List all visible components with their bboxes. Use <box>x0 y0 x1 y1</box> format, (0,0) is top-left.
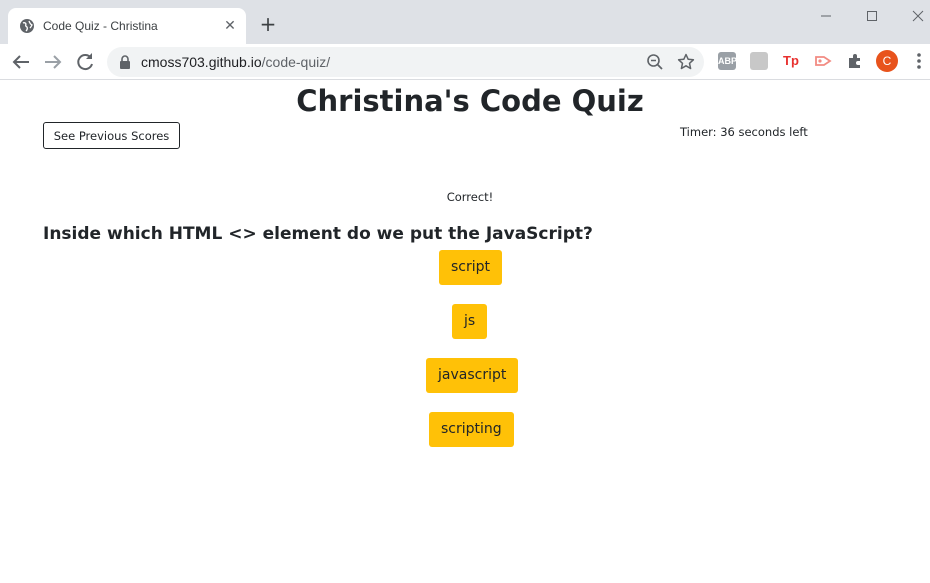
tab-strip: Code Quiz - Christina ✕ + <box>0 0 930 44</box>
profile-avatar[interactable]: C <box>876 50 898 72</box>
forward-arrow-icon[interactable] <box>41 50 65 74</box>
reload-icon[interactable] <box>73 50 97 74</box>
url-domain: cmoss703.github.io <box>141 54 262 70</box>
browser-tab[interactable]: Code Quiz - Christina ✕ <box>8 8 246 44</box>
url-text[interactable]: cmoss703.github.io/code-quiz/ <box>141 54 330 70</box>
answer-button-javascript[interactable]: javascript <box>426 358 519 393</box>
extensions-puzzle-icon[interactable] <box>846 52 864 70</box>
close-tab-icon[interactable]: ✕ <box>222 18 238 34</box>
back-arrow-icon[interactable] <box>9 50 33 74</box>
bookmark-star-icon[interactable] <box>677 53 695 71</box>
url-path: /code-quiz/ <box>261 54 331 70</box>
answer-button-js[interactable]: js <box>452 304 488 339</box>
address-bar[interactable]: cmoss703.github.io/code-quiz/ <box>107 47 704 77</box>
page-title: Christina's Code Quiz <box>296 84 644 118</box>
minimize-icon[interactable] <box>814 6 838 26</box>
see-previous-scores-button[interactable]: See Previous Scores <box>43 122 180 149</box>
extension-icon-2[interactable] <box>750 52 768 70</box>
more-menu-icon[interactable] <box>912 52 926 70</box>
question-text: Inside which HTML <> element do we put t… <box>43 224 593 244</box>
new-tab-button[interactable]: + <box>258 14 278 34</box>
answer-feedback: Correct! <box>446 190 494 204</box>
answer-button-scripting[interactable]: scripting <box>429 412 514 447</box>
tab-title: Code Quiz - Christina <box>43 19 158 33</box>
tp-extension-icon[interactable]: Tp <box>782 52 800 70</box>
zoom-out-icon[interactable] <box>646 53 664 71</box>
lock-icon <box>120 55 130 69</box>
answer-button-script[interactable]: script <box>439 250 503 285</box>
maximize-icon[interactable] <box>860 6 884 26</box>
close-window-icon[interactable] <box>906 6 930 26</box>
adblock-plus-icon[interactable]: ABP <box>718 52 737 70</box>
timer-text: Timer: 36 seconds left <box>680 125 808 139</box>
cast-extension-icon[interactable] <box>814 52 832 70</box>
globe-icon <box>20 19 34 33</box>
page-content: Christina's Code Quiz See Previous Score… <box>0 80 930 583</box>
